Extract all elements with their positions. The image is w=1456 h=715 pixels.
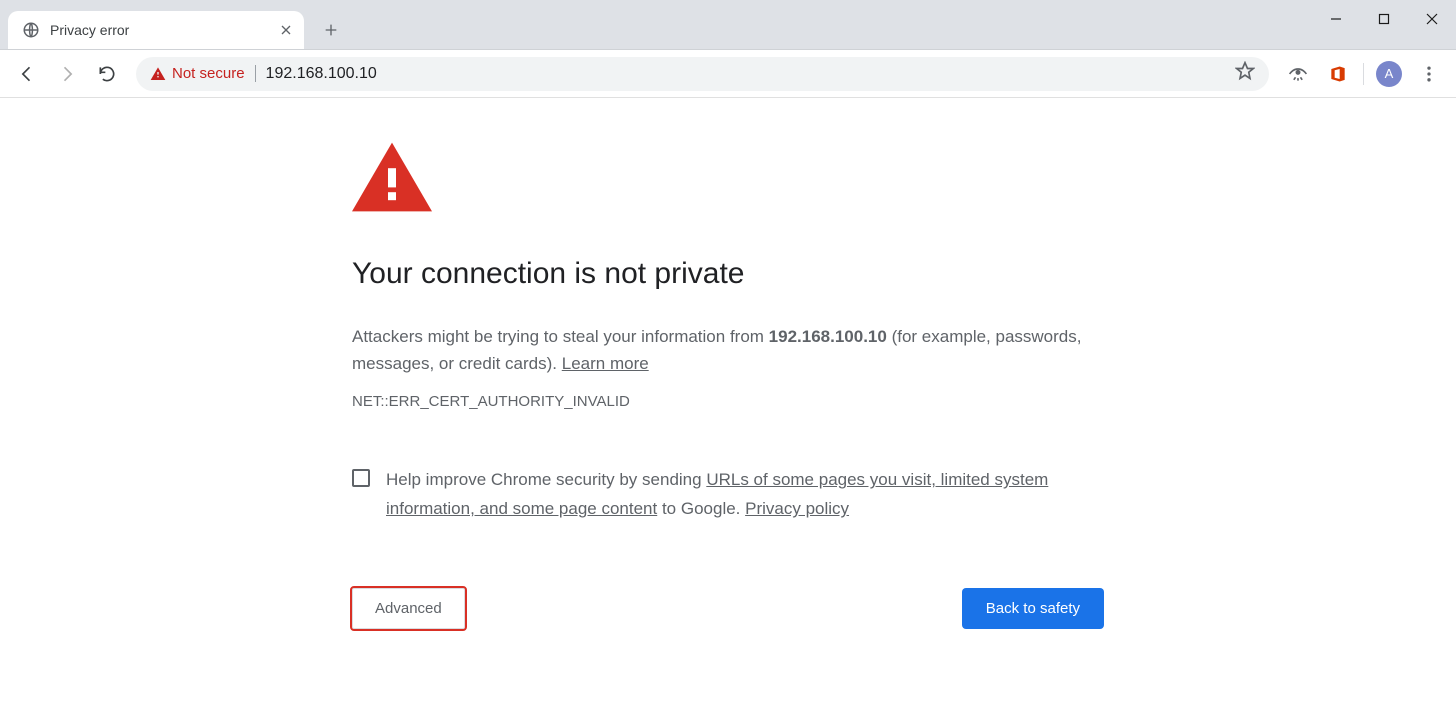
reload-button[interactable] xyxy=(90,57,124,91)
browser-toolbar: Not secure 192.168.100.10 A xyxy=(0,50,1456,98)
ssl-interstitial: Your connection is not private Attackers… xyxy=(352,138,1104,629)
host-name: 192.168.100.10 xyxy=(769,327,887,346)
globe-icon xyxy=(22,21,40,39)
browser-titlebar: Privacy error xyxy=(0,0,1456,50)
privacy-policy-link[interactable]: Privacy policy xyxy=(745,499,849,518)
body-prefix: Attackers might be trying to steal your … xyxy=(352,327,769,346)
bookmark-star-icon[interactable] xyxy=(1235,61,1255,86)
extension-office-icon[interactable] xyxy=(1321,57,1355,91)
browser-menu-button[interactable] xyxy=(1412,57,1446,91)
profile-button[interactable]: A xyxy=(1372,57,1406,91)
url-text: 192.168.100.10 xyxy=(266,65,377,83)
avatar: A xyxy=(1376,61,1402,87)
security-label: Not secure xyxy=(172,65,245,82)
new-tab-button[interactable] xyxy=(316,15,346,45)
warning-paragraph: Attackers might be trying to steal your … xyxy=(352,323,1104,377)
security-chip[interactable]: Not secure xyxy=(150,65,256,82)
close-tab-icon[interactable] xyxy=(278,22,294,38)
opt-in-checkbox[interactable] xyxy=(352,469,370,487)
minimize-button[interactable] xyxy=(1312,0,1360,38)
opt-in-text: Help improve Chrome security by sending … xyxy=(386,466,1104,524)
warning-triangle-icon xyxy=(150,66,166,82)
warning-triangle-icon xyxy=(352,142,1104,217)
button-row: Advanced Back to safety xyxy=(352,588,1104,629)
browser-tab[interactable]: Privacy error xyxy=(8,11,304,49)
advanced-button[interactable]: Advanced xyxy=(352,588,465,629)
window-controls xyxy=(1312,0,1456,38)
opt-in-middle: to Google. xyxy=(657,499,745,518)
learn-more-link[interactable]: Learn more xyxy=(562,354,649,373)
extension-eye-icon[interactable] xyxy=(1281,57,1315,91)
opt-in-row: Help improve Chrome security by sending … xyxy=(352,466,1104,524)
forward-button[interactable] xyxy=(50,57,84,91)
back-to-safety-button[interactable]: Back to safety xyxy=(962,588,1104,629)
back-button[interactable] xyxy=(10,57,44,91)
address-bar[interactable]: Not secure 192.168.100.10 xyxy=(136,57,1269,91)
maximize-button[interactable] xyxy=(1360,0,1408,38)
opt-in-prefix: Help improve Chrome security by sending xyxy=(386,470,706,489)
tab-title: Privacy error xyxy=(50,22,278,38)
close-window-button[interactable] xyxy=(1408,0,1456,38)
error-code: NET::ERR_CERT_AUTHORITY_INVALID xyxy=(352,393,1104,410)
page-heading: Your connection is not private xyxy=(352,257,1104,291)
toolbar-separator xyxy=(1363,63,1364,85)
